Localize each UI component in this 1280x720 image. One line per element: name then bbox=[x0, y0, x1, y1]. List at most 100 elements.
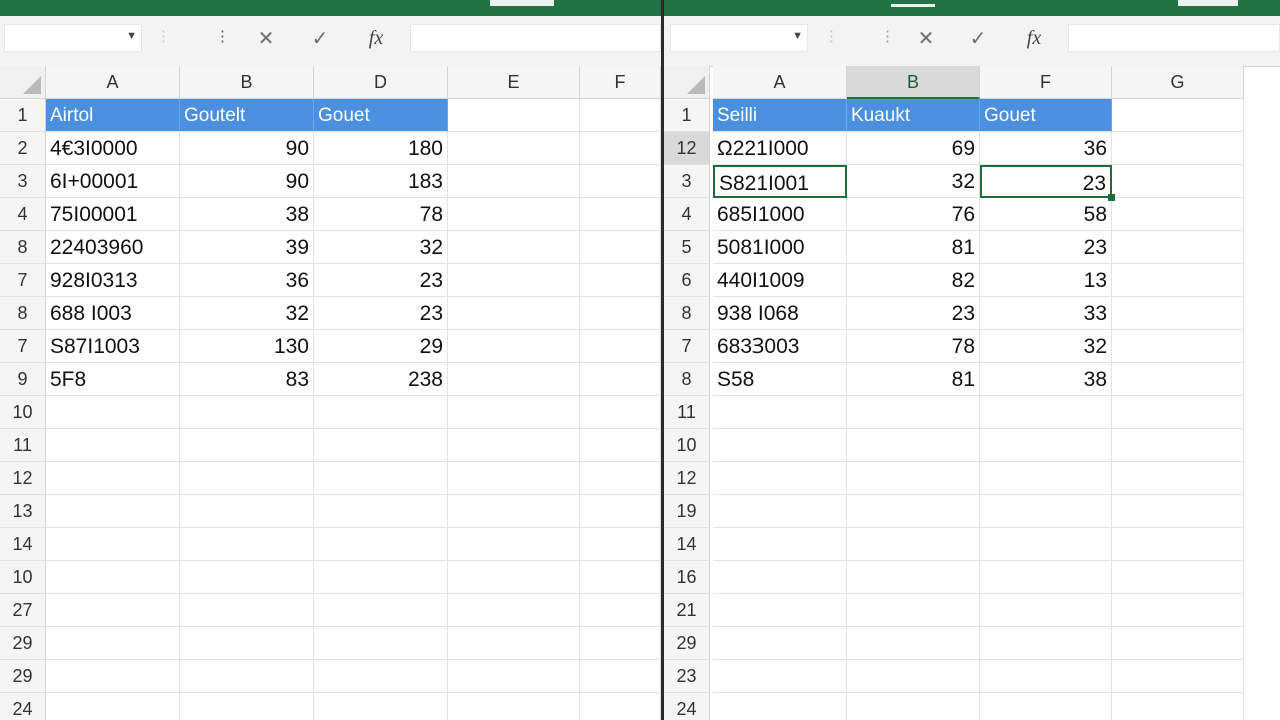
select-all-corner[interactable] bbox=[664, 66, 710, 99]
table-value-cell[interactable]: 78 bbox=[847, 330, 980, 363]
table-value-cell[interactable]: 69 bbox=[847, 132, 980, 165]
column-header-b[interactable]: B bbox=[180, 66, 314, 99]
worksheet-cell[interactable] bbox=[580, 693, 661, 720]
row-header[interactable]: 8 bbox=[664, 363, 710, 396]
table-value-cell[interactable]: 58 bbox=[980, 198, 1112, 231]
worksheet-cell[interactable] bbox=[180, 429, 314, 462]
worksheet-cell[interactable] bbox=[314, 627, 448, 660]
worksheet-cell[interactable] bbox=[46, 528, 180, 561]
table-value-cell[interactable]: 32 bbox=[314, 231, 448, 264]
insert-function-button[interactable]: fx bbox=[1016, 24, 1052, 52]
worksheet-cell[interactable] bbox=[46, 627, 180, 660]
worksheet-cell[interactable] bbox=[580, 297, 661, 330]
row-header[interactable]: 10 bbox=[0, 561, 46, 594]
worksheet-cell[interactable] bbox=[980, 660, 1112, 693]
row-header[interactable]: 29 bbox=[0, 660, 46, 693]
formula-input[interactable] bbox=[1068, 24, 1280, 52]
table-id-cell[interactable]: S58 bbox=[713, 363, 847, 396]
worksheet-cell[interactable] bbox=[448, 561, 580, 594]
worksheet-cell[interactable] bbox=[713, 561, 847, 594]
worksheet-cell[interactable] bbox=[46, 594, 180, 627]
worksheet-cell[interactable] bbox=[713, 627, 847, 660]
table-value-cell[interactable]: 36 bbox=[980, 132, 1112, 165]
table-value-cell[interactable]: 78 bbox=[314, 198, 448, 231]
table-value-cell[interactable]: 23 bbox=[314, 297, 448, 330]
worksheet-cell[interactable] bbox=[580, 627, 661, 660]
name-box[interactable]: ▼ bbox=[4, 24, 142, 52]
column-header-a[interactable]: A bbox=[46, 66, 180, 99]
table-header-cell[interactable]: Goutelt bbox=[180, 99, 314, 132]
worksheet-cell[interactable] bbox=[314, 528, 448, 561]
table-value-cell[interactable]: 33 bbox=[980, 297, 1112, 330]
ribbon-tab-indicator-left[interactable] bbox=[490, 0, 554, 6]
worksheet-cell[interactable] bbox=[1112, 561, 1244, 594]
table-value-cell[interactable]: 238 bbox=[314, 363, 448, 396]
worksheet-cell[interactable] bbox=[314, 693, 448, 720]
table-value-cell[interactable]: 38 bbox=[980, 363, 1112, 396]
worksheet-cell[interactable] bbox=[580, 462, 661, 495]
chevron-down-icon[interactable]: ▼ bbox=[792, 30, 803, 42]
worksheet-cell[interactable] bbox=[580, 561, 661, 594]
table-value-cell[interactable]: 39 bbox=[180, 231, 314, 264]
worksheet-cell[interactable] bbox=[314, 561, 448, 594]
row-header[interactable]: 21 bbox=[664, 594, 710, 627]
row-header[interactable]: 2 bbox=[0, 132, 46, 165]
table-value-cell[interactable]: 23 bbox=[314, 264, 448, 297]
table-id-cell[interactable]: 75I00001 bbox=[46, 198, 180, 231]
worksheet-cell[interactable] bbox=[448, 528, 580, 561]
check-icon[interactable]: ✓ bbox=[960, 24, 996, 52]
row-header[interactable]: 10 bbox=[664, 429, 710, 462]
worksheet-cell[interactable] bbox=[1112, 330, 1244, 363]
column-header-a[interactable]: A bbox=[713, 66, 847, 99]
worksheet-cell[interactable] bbox=[448, 627, 580, 660]
worksheet-cell[interactable] bbox=[180, 528, 314, 561]
worksheet-cell[interactable] bbox=[847, 693, 980, 720]
table-header-cell[interactable]: Gouet bbox=[314, 99, 448, 132]
close-icon[interactable]: ✕ bbox=[908, 24, 944, 52]
worksheet-cell[interactable] bbox=[448, 462, 580, 495]
worksheet-cell[interactable] bbox=[847, 594, 980, 627]
worksheet-cell[interactable] bbox=[580, 495, 661, 528]
worksheet-cell[interactable] bbox=[713, 429, 847, 462]
worksheet-cell[interactable] bbox=[448, 198, 580, 231]
worksheet-cell[interactable] bbox=[580, 264, 661, 297]
worksheet-cell[interactable] bbox=[580, 429, 661, 462]
fill-handle[interactable] bbox=[1108, 194, 1115, 201]
worksheet-cell[interactable] bbox=[580, 198, 661, 231]
table-value-cell[interactable]: 183 bbox=[314, 165, 448, 198]
worksheet-cell[interactable] bbox=[713, 495, 847, 528]
check-icon[interactable]: ✓ bbox=[302, 24, 338, 52]
worksheet-cell[interactable] bbox=[980, 693, 1112, 720]
formula-input[interactable] bbox=[410, 24, 661, 52]
table-header-cell[interactable]: Gouet bbox=[980, 99, 1112, 132]
chevron-down-icon[interactable]: ▼ bbox=[126, 30, 137, 42]
table-value-cell[interactable]: 32 bbox=[847, 165, 980, 198]
row-header[interactable]: 1 bbox=[0, 99, 46, 132]
worksheet-cell[interactable] bbox=[580, 396, 661, 429]
worksheet-cell[interactable] bbox=[180, 660, 314, 693]
insert-function-button[interactable]: fx bbox=[358, 24, 394, 52]
worksheet-cell[interactable] bbox=[580, 99, 661, 132]
row-header[interactable]: 14 bbox=[0, 528, 46, 561]
row-header[interactable]: 1 bbox=[664, 99, 710, 132]
row-header[interactable]: 4 bbox=[0, 198, 46, 231]
column-header-b[interactable]: B bbox=[847, 66, 980, 99]
table-id-cell[interactable]: 938 I068 bbox=[713, 297, 847, 330]
table-id-cell[interactable]: 6I+00001 bbox=[46, 165, 180, 198]
table-id-cell[interactable]: 5081I000 bbox=[713, 231, 847, 264]
table-value-cell[interactable]: 32 bbox=[980, 330, 1112, 363]
worksheet-cell[interactable] bbox=[847, 627, 980, 660]
table-id-cell[interactable]: S87I1003 bbox=[46, 330, 180, 363]
row-header[interactable]: 3 bbox=[0, 165, 46, 198]
worksheet-cell[interactable] bbox=[980, 561, 1112, 594]
table-value-cell[interactable]: 90 bbox=[180, 165, 314, 198]
worksheet-cell[interactable] bbox=[448, 264, 580, 297]
worksheet-cell[interactable] bbox=[1112, 462, 1244, 495]
worksheet-cell[interactable] bbox=[46, 495, 180, 528]
worksheet-cell[interactable] bbox=[1112, 165, 1244, 198]
worksheet-cell[interactable] bbox=[1112, 693, 1244, 720]
select-all-corner[interactable] bbox=[0, 66, 46, 99]
table-id-cell[interactable]: 928I0313 bbox=[46, 264, 180, 297]
row-header[interactable]: 12 bbox=[664, 132, 710, 165]
row-header[interactable]: 9 bbox=[0, 363, 46, 396]
